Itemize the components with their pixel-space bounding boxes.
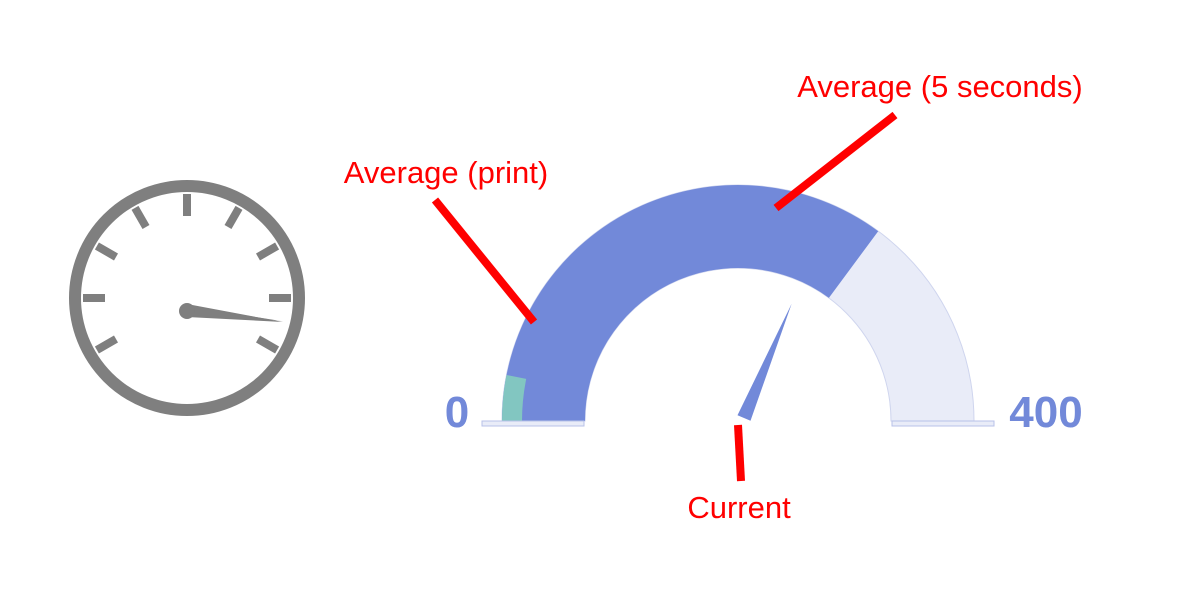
callout-current-label: Current	[687, 490, 791, 525]
speedometer-tick	[224, 205, 243, 229]
gauge-needle	[737, 303, 792, 421]
gauge-base-right	[891, 420, 995, 427]
speedometer-hub	[179, 303, 195, 319]
speedometer-tick	[256, 242, 280, 261]
gauge-diagram: 0 400 Average (print) Average (5 seconds…	[69, 69, 1083, 525]
gauge-max-label: 400	[1009, 388, 1082, 437]
gauge-average-5s-arc	[502, 185, 879, 421]
speedometer-dial-ring	[69, 180, 305, 416]
gauge: 0 400	[445, 184, 1083, 437]
callout-average-5s-label: Average (5 seconds)	[797, 69, 1082, 104]
gauge-min-label: 0	[445, 388, 469, 437]
callout-line-average-print	[431, 197, 538, 325]
callout-line-current	[734, 424, 745, 482]
speedometer-icon	[69, 180, 305, 416]
speedometer-tick	[94, 242, 118, 261]
speedometer-tick	[256, 335, 280, 354]
gauge-base-left	[481, 420, 585, 427]
callout-line-average-5s	[773, 111, 898, 212]
speedometer-tick	[131, 205, 150, 229]
callout-average-print-label: Average (print)	[344, 155, 548, 190]
speedometer-tick	[94, 335, 118, 354]
